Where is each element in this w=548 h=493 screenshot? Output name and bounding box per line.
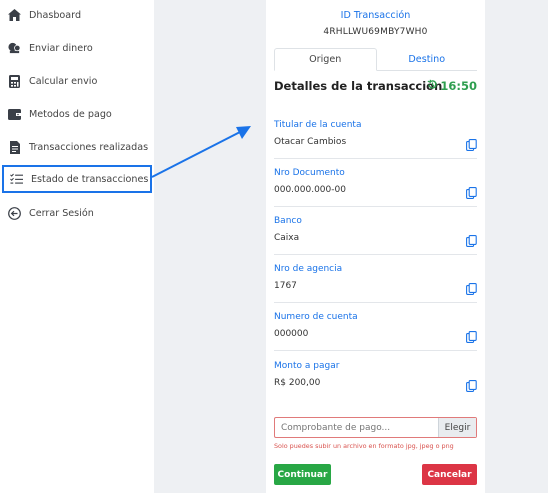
copy-icon[interactable] [466,136,477,151]
sidebar-item-label: Enviar dinero [29,42,93,54]
money-transfer-icon [8,42,21,55]
copy-icon[interactable] [466,184,477,199]
field-value: Otacar Cambios [274,137,347,147]
field-label: Banco [274,216,302,226]
field-documento: Nro Documento 000.000.000-00 [274,159,477,207]
tab-origen[interactable]: Origen [274,48,377,71]
sidebar-item-dashboard[interactable]: Dhasboard [0,2,154,28]
receipt-upload: Elegir [274,417,477,438]
field-value: 1767 [274,281,297,291]
sidebar: Dhasboard Enviar dinero Calcular envio M… [0,0,154,493]
time-value: 16:50 [440,79,477,93]
sidebar-item-transacciones-realizadas[interactable]: Transacciones realizadas [0,134,154,160]
calculator-icon [8,74,21,88]
transaction-time: 16:50 [427,79,477,93]
transaction-id-value: 4RHLLWU69MBY7WH0 [323,27,428,37]
transaction-id-label: ID Transacción [340,10,411,21]
sidebar-item-estado-transacciones[interactable]: Estado de transacciones [2,165,152,193]
sidebar-item-label: Calcular envio [29,75,98,87]
continue-button[interactable]: Continuar [274,464,331,485]
sidebar-item-metodos-pago[interactable]: Metodos de pago [0,101,154,127]
upload-hint: Solo puedes subir un archivo en formato … [274,442,454,450]
details-title: Detalles de la transaccion [274,79,443,93]
field-label: Titular de la cuenta [274,120,362,130]
tab-bar: Origen Destino [274,48,477,71]
sidebar-item-label: Estado de transacciones [31,173,149,185]
copy-icon[interactable] [466,232,477,247]
field-titular: Titular de la cuenta Otacar Cambios [274,111,477,159]
logout-icon [8,206,21,220]
field-value: R$ 200,00 [274,378,321,388]
tab-destino[interactable]: Destino [377,48,478,70]
field-label: Nro Documento [274,168,345,178]
sidebar-item-label: Metodos de pago [29,108,112,120]
field-value: 000000 [274,329,309,339]
copy-icon[interactable] [466,280,477,295]
field-label: Numero de cuenta [274,312,358,322]
field-monto: Monto a pagar R$ 200,00 [274,352,477,400]
sidebar-item-calcular-envio[interactable]: Calcular envio [0,68,154,94]
sidebar-item-label: Cerrar Sesión [29,207,94,219]
choose-file-button[interactable]: Elegir [438,418,476,437]
field-agencia: Nro de agencia 1767 [274,255,477,303]
transaction-card: ID Transacción 4RHLLWU69MBY7WH0 Origen D… [266,0,485,493]
field-label: Nro de agencia [274,264,343,274]
sidebar-item-cerrar-sesion[interactable]: Cerrar Sesión [0,200,154,226]
wallet-icon [8,108,21,121]
copy-icon[interactable] [466,328,477,343]
document-icon [8,140,21,154]
sidebar-item-enviar-dinero[interactable]: Enviar dinero [0,35,154,61]
cancel-button[interactable]: Cancelar [422,464,477,485]
checklist-icon [10,173,23,186]
history-icon [427,79,438,93]
home-icon [8,9,21,22]
field-banco: Banco Caixa [274,207,477,255]
copy-icon[interactable] [466,377,477,392]
sidebar-item-label: Dhasboard [29,9,82,21]
field-cuenta: Numero de cuenta 000000 [274,303,477,351]
field-label: Monto a pagar [274,361,340,371]
receipt-file-input[interactable] [275,418,438,437]
sidebar-item-label: Transacciones realizadas [29,141,149,153]
field-value: Caixa [274,233,300,243]
field-value: 000.000.000-00 [274,185,346,195]
